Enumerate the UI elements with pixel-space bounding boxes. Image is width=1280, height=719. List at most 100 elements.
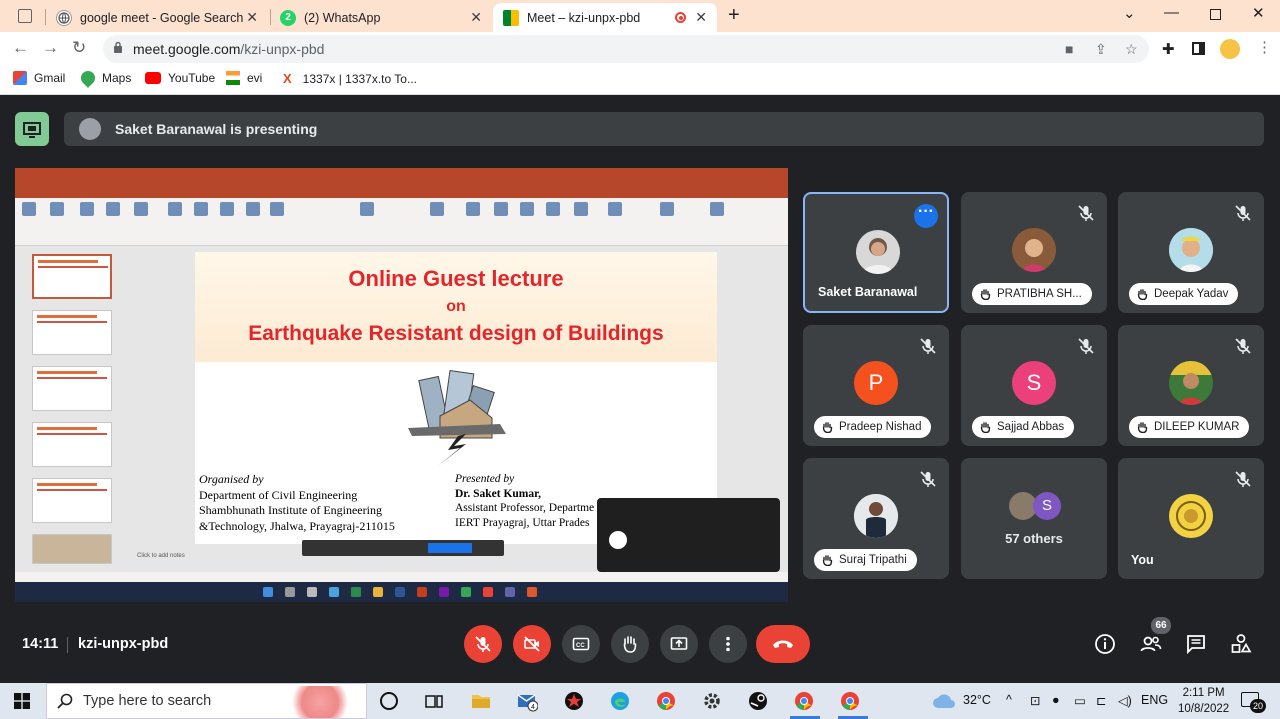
microphone-tray-icon[interactable]: ● (1052, 693, 1060, 707)
shared-screen[interactable]: Online Guest lecture on Earthquake Resis… (15, 168, 788, 602)
tab-label: google meet - Google Search (80, 10, 244, 25)
taskbar-search-box[interactable]: Type here to search (46, 683, 367, 719)
bookmark-1337x[interactable]: X 1337x | 1337x.to To... (283, 71, 417, 86)
camera-toggle-button[interactable] (513, 625, 551, 663)
bookmark-evi[interactable]: evi (226, 71, 262, 85)
bookmark-label: Maps (102, 71, 132, 85)
menu-dots-icon[interactable]: ⋮ (1257, 38, 1272, 56)
weather-cloud-icon[interactable] (932, 693, 958, 709)
camera-icon[interactable]: ■ (1065, 41, 1073, 57)
bookmark-gmail[interactable]: Gmail (13, 71, 65, 85)
mail-icon[interactable]: 4 (516, 690, 538, 712)
presentation-icon[interactable] (15, 112, 49, 146)
chat-icon[interactable] (1185, 633, 1207, 655)
reload-icon[interactable]: ↻ (72, 38, 86, 58)
maximize-button[interactable] (1210, 9, 1221, 20)
ribbon-button (515, 202, 539, 218)
meeting-details-icon[interactable] (1094, 633, 1116, 655)
shared-windows-taskbar (15, 582, 788, 602)
profile-avatar[interactable] (1220, 39, 1240, 59)
extensions-icon[interactable]: ✚ (1162, 40, 1175, 58)
raise-hand-button[interactable] (611, 625, 649, 663)
bookmark-maps[interactable]: Maps (78, 68, 132, 88)
language-indicator[interactable]: ENG (1141, 693, 1168, 707)
chrome-icon[interactable] (655, 690, 677, 712)
screen-sharing-bar (302, 540, 504, 556)
taskbar-icon (417, 587, 427, 597)
close-window-button[interactable]: ✕ (1252, 4, 1265, 22)
participant-tile[interactable]: PRATIBHA SH... (961, 192, 1107, 313)
taskbar-icon (527, 587, 537, 597)
globe-icon (56, 9, 72, 26)
hand-icon (980, 289, 991, 300)
share-icon[interactable]: ⇪ (1095, 41, 1107, 58)
close-icon[interactable]: ✕ (246, 9, 258, 26)
minimize-button[interactable]: — (1164, 4, 1179, 21)
search-highlight-image (292, 686, 362, 718)
participant-tile[interactable]: Deepak Yadav (1118, 192, 1264, 313)
activities-icon[interactable] (1230, 633, 1252, 655)
address-bar[interactable]: meet.google.com/kzi-unpx-pbd ■ ⇪ ☆ (103, 35, 1149, 63)
more-vert-icon (726, 636, 730, 652)
organised-heading: Organised by (199, 472, 264, 486)
participant-tile[interactable]: DILEEP KUMAR (1118, 325, 1264, 446)
close-icon[interactable]: ✕ (695, 9, 707, 26)
back-arrow-icon[interactable]: ← (12, 38, 29, 58)
others-tile[interactable]: S 57 others (961, 458, 1107, 579)
participant-name-pill: Pradeep Nishad (814, 416, 932, 438)
ribbon-button (189, 202, 213, 218)
participant-tile[interactable]: ··· Saket Baranawal (803, 192, 949, 313)
chrome-icon[interactable] (839, 690, 861, 712)
tab-meet[interactable]: Meet – kzi-unpx-pbd ✕ (493, 3, 717, 32)
hand-icon (822, 422, 833, 433)
forward-arrow-icon[interactable]: → (42, 38, 59, 58)
more-options-icon[interactable]: ··· (914, 204, 938, 228)
people-icon[interactable] (1140, 633, 1162, 655)
tab-google-search[interactable]: google meet - Google Search ✕ (46, 3, 268, 32)
cortana-icon[interactable] (380, 692, 398, 710)
taskbar-clock[interactable]: 2:11 PM 10/8/2022 (1178, 685, 1229, 717)
chrome-icon[interactable] (793, 690, 815, 712)
close-icon[interactable]: ✕ (470, 9, 482, 26)
avatar (856, 230, 900, 274)
new-tab-button[interactable]: + (728, 4, 740, 27)
tab-whatsapp[interactable]: 2 (2) WhatsApp ✕ (270, 3, 492, 32)
settings-gear-icon[interactable] (701, 690, 723, 712)
meet-tray-icon[interactable]: ⊡ (1030, 693, 1040, 708)
present-now-button[interactable] (660, 625, 698, 663)
network-icon[interactable]: ⊏ (1096, 693, 1106, 708)
task-view-icon[interactable] (423, 690, 445, 712)
battery-icon[interactable]: ▭ (1074, 693, 1086, 708)
participant-tile-self[interactable]: You (1118, 458, 1264, 579)
presenter-line: IERT Prayagraj, Uttar Prades (455, 516, 590, 529)
more-options-button[interactable] (709, 625, 747, 663)
slide-thumbnail (32, 254, 112, 299)
slide-thumbnail (32, 310, 112, 355)
microphone-toggle-button[interactable] (464, 625, 502, 663)
chevron-down-icon[interactable]: ⌄ (1123, 4, 1136, 22)
file-explorer-icon[interactable] (470, 690, 492, 712)
participant-tile[interactable]: P Pradeep Nishad (803, 325, 949, 446)
edge-icon[interactable] (609, 690, 631, 712)
volume-icon[interactable]: ◁) (1118, 693, 1132, 708)
avatar (1169, 228, 1213, 272)
steam-icon[interactable] (747, 690, 769, 712)
bookmark-youtube[interactable]: YouTube (145, 71, 215, 85)
temperature[interactable]: 32°C (963, 693, 991, 707)
participant-tile[interactable]: Suraj Tripathi (803, 458, 949, 579)
ribbon-button (489, 202, 513, 218)
participant-tile[interactable]: S Sajjad Abbas (961, 325, 1107, 446)
bookmark-star-icon[interactable]: ☆ (1125, 41, 1138, 58)
windows-start-icon[interactable] (14, 693, 30, 709)
leave-call-button[interactable] (756, 625, 810, 663)
presented-heading: Presented by (455, 473, 515, 485)
tab-search-icon[interactable] (18, 9, 32, 23)
side-panel-icon[interactable] (1192, 42, 1205, 55)
chevron-up-icon[interactable]: ^ (1006, 693, 1012, 707)
taskbar-icon (373, 587, 383, 597)
organised-by-block: Organised by Department of Civil Enginee… (199, 472, 395, 534)
security-app-icon[interactable] (563, 690, 585, 712)
present-screen-icon (670, 637, 688, 650)
muted-mic-icon (920, 338, 936, 354)
captions-button[interactable]: CC (562, 625, 600, 663)
